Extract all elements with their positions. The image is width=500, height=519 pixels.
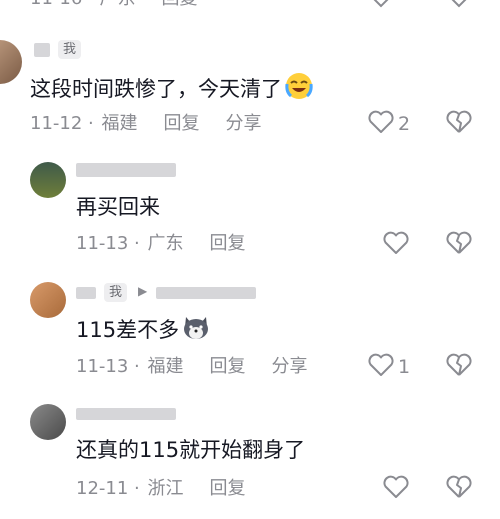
comment-meta: 11-12 · 福建 回复 分享 [30, 113, 262, 134]
reply-target-name[interactable] [156, 287, 256, 299]
cry-laugh-emoji [284, 72, 314, 107]
author-name[interactable] [76, 287, 96, 299]
heart-icon [368, 353, 394, 381]
author-name[interactable] [76, 163, 176, 177]
avatar[interactable] [30, 282, 66, 318]
like-count: 1 [398, 356, 411, 378]
reply-button[interactable]: 回复 [209, 233, 245, 254]
comment-text: 还真的115就开始翻身了 [76, 438, 306, 462]
share-button[interactable]: 分享 [271, 356, 307, 377]
share-button[interactable]: 分享 [225, 113, 261, 134]
reply-button[interactable]: 回复 [209, 356, 245, 377]
reply-arrow-icon: ▶ [138, 284, 148, 298]
comment-meta: 12-11 · 浙江 回复 [76, 478, 246, 499]
author-name[interactable] [76, 408, 176, 420]
broken-heart-icon[interactable] [446, 231, 472, 259]
author-name[interactable] [34, 43, 50, 57]
previous-comment-meta: 11-16 · 广东回复 [30, 0, 197, 10]
like-count: 2 [398, 113, 411, 135]
dislike-icon[interactable] [446, 0, 472, 12]
broken-heart-icon[interactable] [446, 353, 472, 381]
avatar[interactable] [30, 162, 66, 198]
reply-button[interactable]: 回复 [209, 478, 245, 499]
reply-button[interactable]: 回复 [163, 113, 199, 134]
like-button[interactable]: 1 [368, 353, 410, 381]
comment-meta: 11-13 · 广东 回复 [76, 233, 246, 254]
heart-icon[interactable] [383, 475, 409, 503]
reply-button[interactable]: 回复 [161, 0, 197, 9]
comment-text: 再买回来 [76, 195, 160, 219]
heart-icon[interactable] [383, 231, 409, 259]
author-badge: 我 [58, 40, 82, 59]
like-button[interactable]: 2 [368, 110, 410, 138]
heart-icon [368, 110, 394, 138]
broken-heart-icon[interactable] [446, 475, 472, 503]
comment-meta: 11-13 · 福建 回复 分享 [76, 356, 308, 377]
avatar[interactable] [30, 404, 66, 440]
avatar[interactable] [0, 40, 22, 84]
like-icon[interactable] [368, 0, 394, 12]
broken-heart-icon[interactable] [446, 110, 472, 138]
author-badge: 我 [104, 283, 128, 302]
comment-text: 这段时间跌惨了，今天清了 [30, 72, 314, 107]
husky-emoji [181, 313, 211, 348]
comment-text: 115差不多 [76, 313, 211, 348]
